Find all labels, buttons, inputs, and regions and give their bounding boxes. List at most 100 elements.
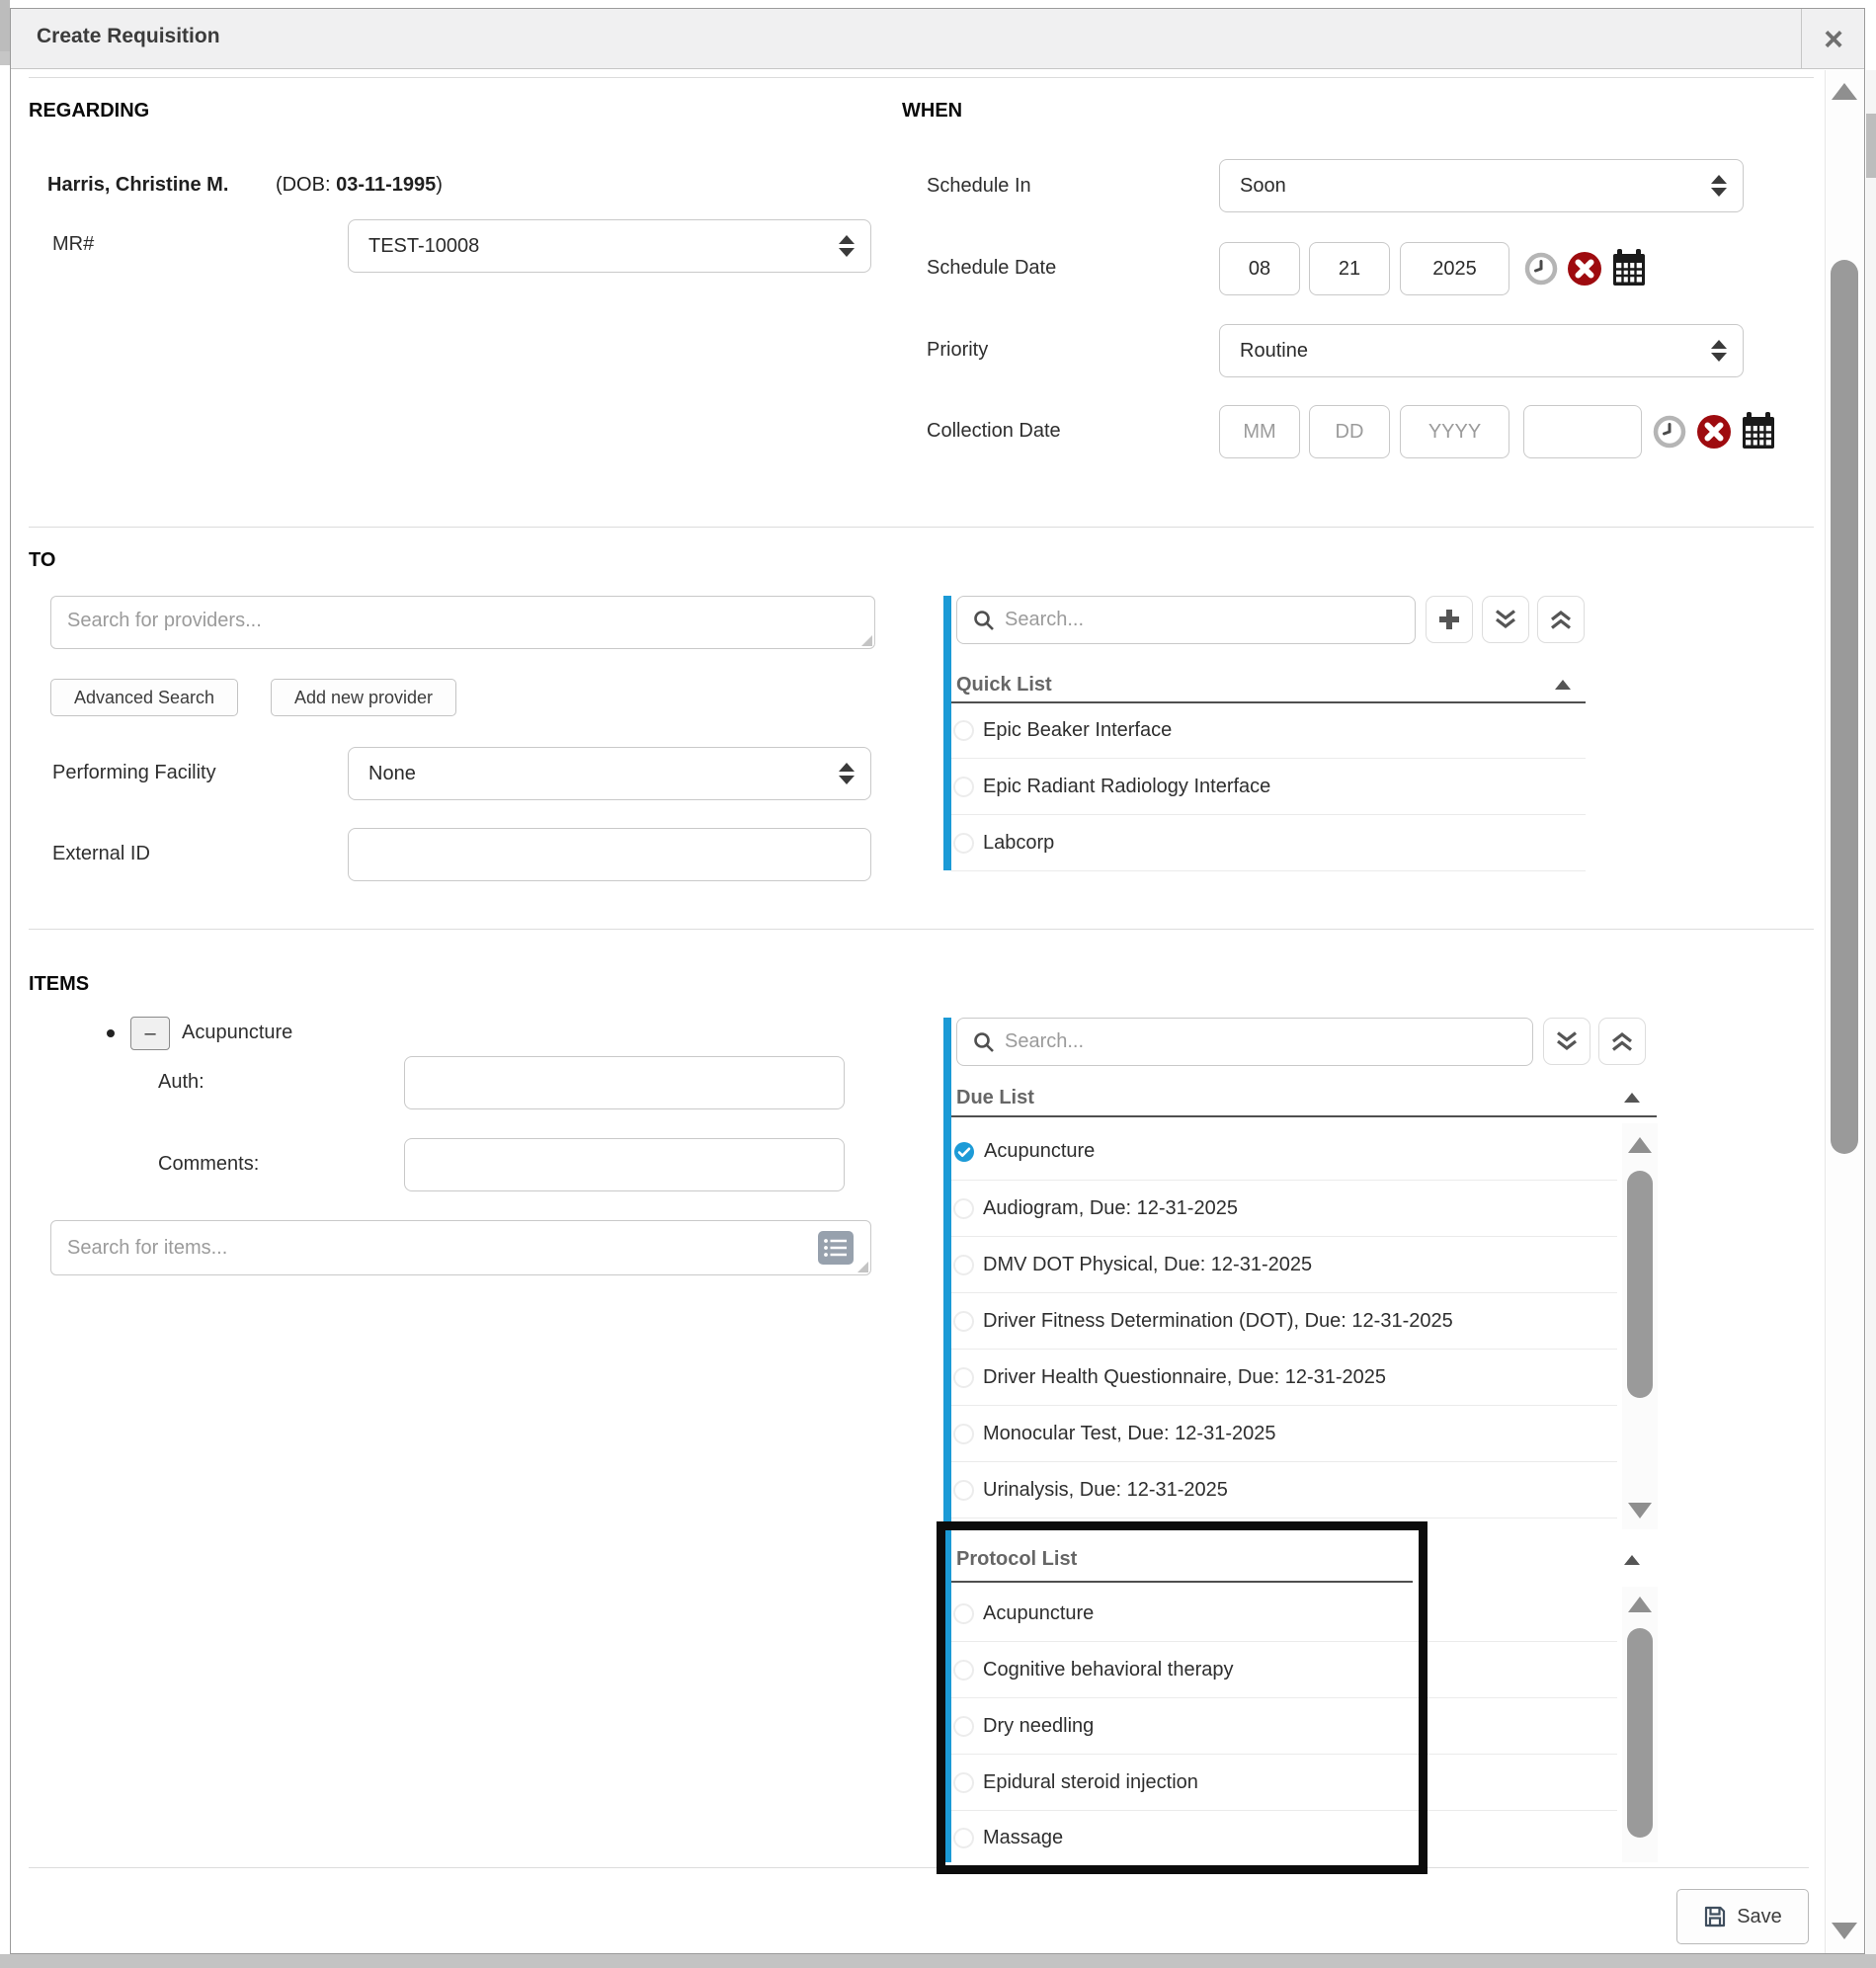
selected-item-label: Acupuncture [182, 1022, 292, 1044]
to-header: TO [29, 549, 55, 572]
mr-label: MR# [52, 233, 94, 256]
add-provider-list-button[interactable] [1426, 596, 1473, 643]
scroll-down-icon[interactable] [1832, 1923, 1857, 1939]
schedule-month-input[interactable] [1219, 242, 1300, 295]
list-item[interactable]: Monocular Test, Due: 12-31-2025 [951, 1406, 1617, 1461]
protocol-list-scroll-thumb[interactable] [1627, 1628, 1653, 1838]
external-id-label: External ID [52, 843, 150, 865]
expand-all-button[interactable] [1482, 596, 1529, 643]
schedule-year-input[interactable] [1400, 242, 1509, 295]
remove-item-button[interactable]: – [130, 1017, 170, 1050]
resize-handle-icon[interactable] [861, 635, 872, 646]
page-bottom-strip [0, 1954, 1876, 1968]
patient-line: Harris, Christine M. (DOB: 03-11-1995) [47, 174, 443, 197]
comments-input[interactable] [404, 1138, 845, 1191]
search-placeholder: Search... [1005, 609, 1084, 631]
titlebar-divider [1801, 9, 1802, 69]
list-item-label: DMV DOT Physical, Due: 12-31-2025 [983, 1254, 1312, 1276]
search-icon [973, 610, 995, 631]
item-search-input[interactable]: Search for items... [50, 1220, 871, 1275]
radio-icon [953, 1311, 974, 1332]
radio-icon [953, 1480, 974, 1501]
schedule-time-icon[interactable] [1523, 251, 1559, 287]
collection-time-input[interactable] [1523, 405, 1642, 458]
save-button[interactable]: Save [1676, 1889, 1809, 1944]
list-item[interactable]: Epic Beaker Interface [951, 702, 1586, 758]
close-icon: × [1824, 23, 1843, 56]
collapse-due-list-icon[interactable] [1624, 1093, 1640, 1103]
list-item-checked[interactable]: Acupuncture [951, 1123, 1617, 1180]
scroll-up-icon[interactable] [1628, 1137, 1652, 1153]
when-header: WHEN [902, 100, 962, 123]
due-list-scroll-thumb[interactable] [1627, 1171, 1653, 1398]
collection-date-label: Collection Date [927, 420, 1061, 443]
schedule-in-value: Soon [1240, 175, 1286, 198]
item-list-icon[interactable] [818, 1231, 854, 1265]
select-arrows-icon [839, 763, 855, 784]
schedule-date-label: Schedule Date [927, 257, 1056, 280]
list-item-label: Driver Fitness Determination (DOT), Due:… [983, 1310, 1453, 1333]
page-scroll-thumb[interactable] [1866, 114, 1876, 178]
list-item-label: Monocular Test, Due: 12-31-2025 [983, 1423, 1275, 1445]
due-list-title: Due List [956, 1087, 1034, 1109]
performing-facility-select[interactable]: None [348, 747, 871, 800]
resize-handle-icon[interactable] [857, 1262, 868, 1272]
priority-select[interactable]: Routine [1219, 324, 1744, 377]
save-label: Save [1737, 1906, 1782, 1928]
scroll-up-icon[interactable] [1628, 1597, 1652, 1612]
patient-name: Harris, Christine M. [47, 174, 228, 196]
item-search-placeholder: Search for items... [67, 1237, 227, 1260]
provider-quick-search-input[interactable]: Search... [956, 596, 1416, 644]
expand-all-button[interactable] [1543, 1018, 1591, 1065]
due-list-title-underline [951, 1115, 1657, 1117]
collapse-all-button[interactable] [1598, 1018, 1646, 1065]
list-item[interactable]: Labcorp [951, 815, 1586, 870]
add-new-provider-button[interactable]: Add new provider [271, 679, 456, 716]
list-item[interactable]: Audiogram, Due: 12-31-2025 [951, 1181, 1617, 1236]
list-item-label: Epic Beaker Interface [983, 719, 1172, 742]
close-button[interactable]: × [1804, 9, 1863, 69]
due-list-search-input[interactable]: Search... [956, 1018, 1533, 1066]
background-fragment [0, 0, 10, 51]
radio-icon [953, 1255, 974, 1275]
collection-year-input[interactable] [1400, 405, 1509, 458]
scroll-down-icon[interactable] [1628, 1503, 1652, 1518]
list-item[interactable]: Driver Health Questionnaire, Due: 12-31-… [951, 1350, 1617, 1405]
list-item[interactable]: Epic Radiant Radiology Interface [951, 759, 1586, 814]
collection-day-input[interactable] [1309, 405, 1390, 458]
auth-label: Auth: [158, 1071, 204, 1094]
priority-value: Routine [1240, 340, 1308, 363]
collection-calendar-icon[interactable] [1741, 411, 1776, 451]
scroll-up-icon[interactable] [1832, 83, 1857, 100]
row-divider [951, 1517, 1617, 1518]
advanced-search-button[interactable]: Advanced Search [50, 679, 238, 716]
dialog-scroll-thumb[interactable] [1831, 260, 1858, 1154]
list-item[interactable]: Urinalysis, Due: 12-31-2025 [951, 1462, 1617, 1517]
performing-facility-label: Performing Facility [52, 762, 216, 784]
collapse-protocol-list-icon[interactable] [1624, 1555, 1640, 1565]
provider-search-input[interactable] [50, 596, 875, 649]
select-arrows-icon [1711, 340, 1727, 362]
list-item-label: Urinalysis, Due: 12-31-2025 [983, 1479, 1228, 1502]
list-item[interactable]: DMV DOT Physical, Due: 12-31-2025 [951, 1237, 1617, 1292]
collection-clear-icon[interactable] [1695, 413, 1733, 451]
schedule-clear-icon[interactable] [1566, 250, 1603, 287]
collection-month-input[interactable] [1219, 405, 1300, 458]
radio-icon [953, 720, 974, 741]
auth-input[interactable] [404, 1056, 845, 1109]
collapse-quick-list-icon[interactable] [1555, 680, 1571, 690]
collapse-all-button[interactable] [1537, 596, 1585, 643]
priority-label: Priority [927, 339, 988, 362]
collection-time-icon[interactable] [1652, 414, 1687, 450]
schedule-day-input[interactable] [1309, 242, 1390, 295]
schedule-in-select[interactable]: Soon [1219, 159, 1744, 212]
select-arrows-icon [1711, 175, 1727, 197]
list-item-label: Labcorp [983, 832, 1054, 855]
external-id-input[interactable] [348, 828, 871, 881]
schedule-calendar-icon[interactable] [1611, 248, 1647, 287]
page-scrollbar[interactable] [1866, 70, 1876, 1954]
minus-icon: – [144, 1024, 155, 1043]
row-divider [951, 870, 1586, 871]
list-item[interactable]: Driver Fitness Determination (DOT), Due:… [951, 1293, 1617, 1349]
mr-select[interactable]: TEST-10008 [348, 219, 871, 273]
